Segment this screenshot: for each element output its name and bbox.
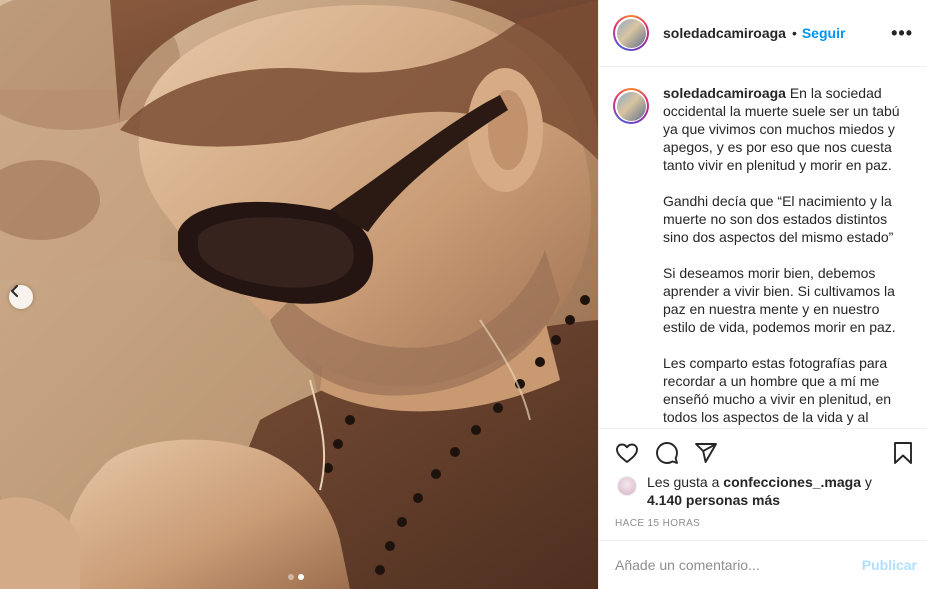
caption-username[interactable]: soledadcamiroaga: [663, 85, 786, 101]
header-separator: •: [791, 25, 797, 41]
heart-icon[interactable]: [615, 441, 639, 470]
carousel-dot-active: [298, 574, 304, 580]
caption-avatar[interactable]: [613, 88, 649, 124]
sepia-portrait-illustration: [0, 0, 598, 589]
publish-button[interactable]: Publicar: [862, 557, 917, 573]
avatar-image: [616, 18, 646, 48]
carousel-prev-button[interactable]: [9, 285, 33, 309]
header-username[interactable]: soledadcamiroaga: [663, 25, 786, 41]
more-options-icon[interactable]: •••: [891, 24, 913, 42]
caption-paragraph: Les comparto estas fotografías para reco…: [663, 355, 892, 425]
post-sidebar: soledadcamiroaga • Seguir ••• soledadcam…: [598, 0, 927, 589]
chevron-left-icon: [11, 285, 18, 297]
liker-avatar[interactable]: [617, 476, 637, 496]
likes-summary: Les gusta a confecciones_.maga y 4.140 p…: [617, 473, 897, 509]
liker-username[interactable]: confecciones_.maga: [723, 474, 861, 490]
likes-prefix: Les gusta a: [647, 474, 724, 490]
likes-others-link[interactable]: 4.140 personas más: [647, 492, 780, 508]
caption-scroll-area[interactable]: soledadcamiroaga En la sociedad occident…: [599, 68, 927, 428]
post-photo[interactable]: [0, 0, 598, 589]
post-actions: Les gusta a confecciones_.maga y 4.140 p…: [599, 428, 927, 540]
caption-paragraph: Gandhi decía que “El nacimiento y la mue…: [663, 193, 894, 245]
share-icon[interactable]: [694, 441, 718, 470]
caption-paragraph: Si deseamos morir bien, debemos aprender…: [663, 265, 896, 335]
comment-form: Publicar: [599, 540, 927, 589]
caption-text: soledadcamiroaga En la sociedad occident…: [663, 84, 910, 428]
comment-input[interactable]: [615, 557, 862, 573]
comment-icon[interactable]: [655, 441, 679, 470]
avatar-image: [616, 91, 646, 121]
likes-middle: y: [861, 474, 872, 490]
follow-button[interactable]: Seguir: [802, 25, 846, 41]
post-timestamp[interactable]: Hace 15 horas: [615, 518, 700, 529]
avatar[interactable]: [613, 15, 649, 51]
post-header: soledadcamiroaga • Seguir •••: [599, 0, 927, 67]
bookmark-icon[interactable]: [891, 441, 915, 470]
carousel-dot: [288, 574, 294, 580]
carousel-indicator: [288, 574, 304, 580]
